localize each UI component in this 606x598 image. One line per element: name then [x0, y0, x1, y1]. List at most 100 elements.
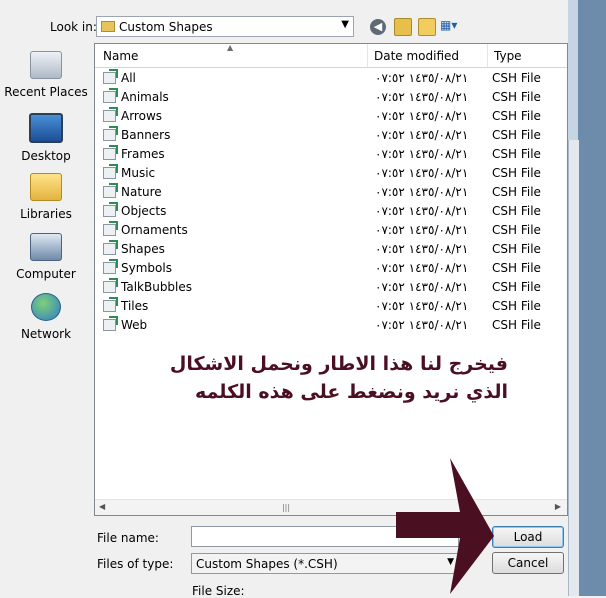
shape-file-icon — [103, 316, 118, 331]
file-name: Objects — [121, 204, 167, 218]
file-date: ١٤٣٥/٠٨/٢١ ٠٧:٥٢ — [375, 223, 469, 237]
background-scrollbar[interactable] — [568, 140, 579, 596]
files-of-type-value: Custom Shapes (*.CSH) — [196, 557, 338, 571]
shape-file-icon — [103, 183, 118, 198]
file-type: CSH File — [492, 128, 541, 142]
file-type: CSH File — [492, 242, 541, 256]
file-name: Ornaments — [121, 223, 188, 237]
file-type: CSH File — [492, 90, 541, 104]
file-name: All — [121, 71, 136, 85]
file-row[interactable]: Banners ١٤٣٥/٠٨/٢١ ٠٧:٥٢ CSH File — [95, 126, 567, 145]
file-row[interactable]: Ornaments ١٤٣٥/٠٨/٢١ ٠٧:٥٢ CSH File — [95, 221, 567, 240]
scroll-left-icon[interactable]: ◀ — [99, 502, 105, 511]
file-name-label: File name: — [97, 531, 159, 545]
network-icon — [31, 293, 61, 321]
file-date: ١٤٣٥/٠٨/٢١ ٠٧:٥٢ — [375, 204, 469, 218]
place-desktop[interactable]: Desktop — [0, 113, 92, 163]
file-type: CSH File — [492, 299, 541, 313]
column-header-type[interactable]: Type — [494, 49, 522, 63]
file-type: CSH File — [492, 185, 541, 199]
file-row[interactable]: Animals ١٤٣٥/٠٨/٢١ ٠٧:٥٢ CSH File — [95, 88, 567, 107]
shape-file-icon — [103, 240, 118, 255]
column-divider[interactable] — [487, 44, 488, 67]
file-row[interactable]: Objects ١٤٣٥/٠٨/٢١ ٠٧:٥٢ CSH File — [95, 202, 567, 221]
scroll-thumb[interactable]: ||| — [275, 503, 297, 512]
shape-file-icon — [103, 278, 118, 293]
shape-file-icon — [103, 259, 118, 274]
file-type: CSH File — [492, 166, 541, 180]
file-date: ١٤٣٥/٠٨/٢١ ٠٧:٥٢ — [375, 128, 469, 142]
file-row[interactable]: Frames ١٤٣٥/٠٨/٢١ ٠٧:٥٢ CSH File — [95, 145, 567, 164]
files-of-type-label: Files of type: — [97, 557, 174, 571]
libraries-icon — [30, 173, 62, 201]
file-date: ١٤٣٥/٠٨/٢١ ٠٧:٥٢ — [375, 90, 469, 104]
look-in-value: Custom Shapes — [119, 20, 213, 34]
place-libraries[interactable]: Libraries — [0, 173, 92, 221]
annotation-text: فيخرج لنا هذا الاطار ونحمل الاشكال الذي … — [168, 350, 508, 406]
file-row[interactable]: Symbols ١٤٣٥/٠٨/٢١ ٠٧:٥٢ CSH File — [95, 259, 567, 278]
file-row[interactable]: Web ١٤٣٥/٠٨/٢١ ٠٧:٥٢ CSH File — [95, 316, 567, 335]
cancel-button[interactable]: Cancel — [492, 552, 564, 574]
place-recent-places[interactable]: Recent Places — [0, 51, 92, 99]
look-in-dropdown[interactable]: Custom Shapes ▼ — [96, 16, 354, 37]
place-label: Network — [20, 327, 72, 341]
recent-places-icon — [30, 51, 62, 79]
place-network[interactable]: Network — [0, 293, 92, 341]
file-date: ١٤٣٥/٠٨/٢١ ٠٧:٥٢ — [375, 261, 469, 275]
file-date: ١٤٣٥/٠٨/٢١ ٠٧:٥٢ — [375, 242, 469, 256]
file-list[interactable]: ▲ Name Date modified Type All ١٤٣٥/٠٨/٢١ … — [94, 43, 568, 516]
file-date: ١٤٣٥/٠٨/٢١ ٠٧:٥٢ — [375, 318, 469, 332]
shape-file-icon — [103, 107, 118, 122]
file-row[interactable]: Shapes ١٤٣٥/٠٨/٢١ ٠٧:٥٢ CSH File — [95, 240, 567, 259]
up-folder-icon[interactable] — [394, 18, 412, 36]
file-name: Tiles — [121, 299, 149, 313]
file-type: CSH File — [492, 223, 541, 237]
file-date: ١٤٣٥/٠٨/٢١ ٠٧:٥٢ — [375, 185, 469, 199]
column-header-date-modified[interactable]: Date modified — [374, 49, 459, 63]
file-row[interactable]: Arrows ١٤٣٥/٠٨/٢١ ٠٧:٥٢ CSH File — [95, 107, 567, 126]
file-name: Banners — [121, 128, 171, 142]
file-type: CSH File — [492, 204, 541, 218]
file-row[interactable]: Nature ١٤٣٥/٠٨/٢١ ٠٧:٥٢ CSH File — [95, 183, 567, 202]
shape-file-icon — [103, 221, 118, 236]
column-header-row: ▲ Name Date modified Type — [95, 44, 567, 68]
file-name: Arrows — [121, 109, 163, 123]
file-row[interactable]: Tiles ١٤٣٥/٠٨/٢١ ٠٧:٥٢ CSH File — [95, 297, 567, 316]
file-name: Music — [121, 166, 156, 180]
file-type: CSH File — [492, 71, 541, 85]
scroll-right-icon[interactable]: ▶ — [555, 502, 561, 511]
chevron-down-icon[interactable]: ▼ — [341, 19, 349, 30]
file-row[interactable]: TalkBubbles ١٤٣٥/٠٨/٢١ ٠٧:٥٢ CSH File — [95, 278, 567, 297]
new-folder-icon[interactable] — [418, 18, 436, 36]
sort-arrow-icon: ▲ — [227, 43, 234, 52]
file-row[interactable]: Music ١٤٣٥/٠٨/٢١ ٠٧:٥٢ CSH File — [95, 164, 567, 183]
file-name: Symbols — [121, 261, 172, 275]
file-row[interactable]: All ١٤٣٥/٠٨/٢١ ٠٧:٥٢ CSH File — [95, 69, 567, 88]
place-computer[interactable]: Computer — [0, 233, 92, 281]
shape-file-icon — [103, 297, 118, 312]
annotation-line-1: فيخرج لنا هذا الاطار ونحمل الاشكال — [169, 353, 508, 375]
file-type: CSH File — [492, 318, 541, 332]
back-icon[interactable]: ◀ — [370, 19, 386, 35]
file-name: Frames — [121, 147, 165, 161]
column-divider[interactable] — [367, 44, 368, 67]
look-in-label: Look in: — [50, 20, 97, 34]
column-header-name[interactable]: Name — [103, 49, 138, 63]
load-button[interactable]: Load — [492, 526, 564, 548]
file-name: Animals — [121, 90, 169, 104]
views-menu-icon[interactable]: ▦▾ — [440, 18, 466, 36]
file-type: CSH File — [492, 147, 541, 161]
place-label: Recent Places — [4, 85, 88, 99]
file-date: ١٤٣٥/٠٨/٢١ ٠٧:٥٢ — [375, 109, 469, 123]
file-type: CSH File — [492, 109, 541, 123]
file-type: CSH File — [492, 280, 541, 294]
desktop-icon — [29, 113, 63, 143]
shape-file-icon — [103, 164, 118, 179]
file-date: ١٤٣٥/٠٨/٢١ ٠٧:٥٢ — [375, 299, 469, 313]
place-label: Libraries — [20, 207, 72, 221]
file-date: ١٤٣٥/٠٨/٢١ ٠٧:٥٢ — [375, 147, 469, 161]
annotation-line-2: الذي نريد ونضغط على هذه الكلمه — [195, 381, 508, 403]
computer-icon — [30, 233, 62, 261]
file-name: Nature — [121, 185, 162, 199]
file-type: CSH File — [492, 261, 541, 275]
